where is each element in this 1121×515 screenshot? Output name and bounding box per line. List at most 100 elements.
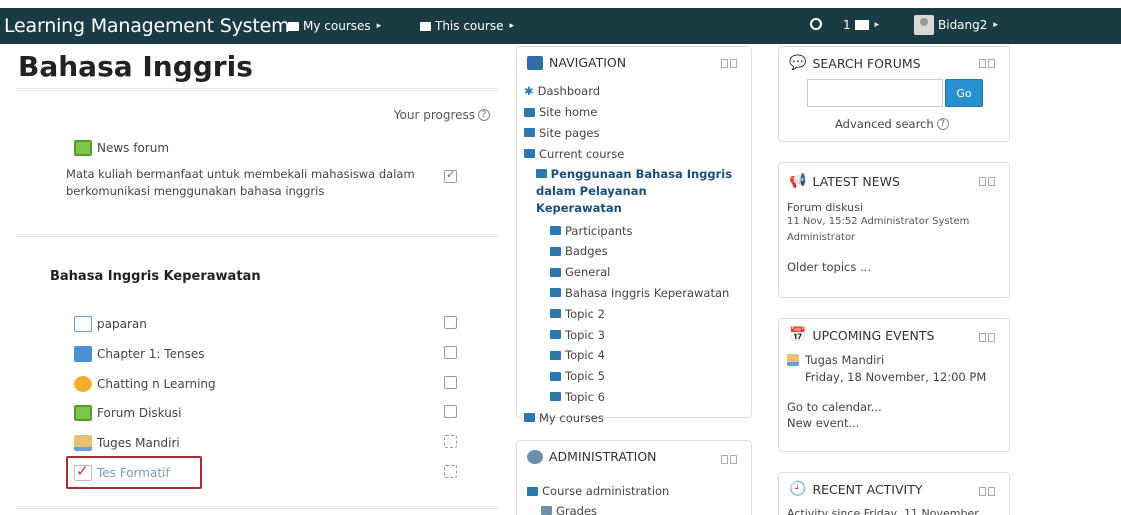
- language-menu[interactable]: [810, 18, 822, 30]
- nav-site-pages[interactable]: Site pages: [524, 123, 734, 144]
- nav-current-course[interactable]: Current course: [524, 143, 734, 164]
- recent-activity-title: RECENT ACTIVITY: [812, 481, 923, 497]
- nav-label: Topic 2: [565, 306, 605, 321]
- nav-site-home[interactable]: Site home: [524, 102, 734, 123]
- nav-section-keperawatan[interactable]: Bahasa Inggris Keperawatan: [550, 283, 734, 304]
- navigation-title: NAVIGATION: [549, 55, 627, 70]
- book-icon: [420, 21, 431, 31]
- my-courses-label: My courses: [303, 19, 371, 33]
- gears-icon: [527, 449, 543, 464]
- nav-course-admin[interactable]: Course administration: [527, 481, 669, 502]
- activity-paparan[interactable]: paparan: [74, 316, 147, 332]
- upcoming-events-header: 📅 UPCOMING EVENTS: [789, 327, 934, 343]
- nav-grades[interactable]: Grades: [527, 502, 669, 515]
- assignment-icon: [787, 354, 799, 366]
- block-controls[interactable]: [979, 487, 995, 496]
- news-item-title[interactable]: Forum diskusi: [787, 201, 1003, 214]
- advanced-search-label: Advanced search: [835, 117, 934, 131]
- help-icon[interactable]: ?: [936, 118, 949, 130]
- event-title: Tugas Mandiri: [805, 353, 885, 367]
- go-button[interactable]: Go: [945, 79, 983, 107]
- course-summary: Mata kuliah bermanfaat untuk membekali m…: [66, 167, 415, 198]
- news-forum-link[interactable]: News forum: [74, 140, 169, 156]
- completion-checkbox[interactable]: [444, 316, 457, 329]
- older-topics-link[interactable]: Older topics ...: [787, 260, 1003, 274]
- nav-general[interactable]: General: [550, 262, 734, 283]
- activity-chapter-1[interactable]: Chapter 1: Tenses: [74, 346, 204, 362]
- course-icon: [288, 21, 299, 31]
- completion-checkbox[interactable]: [444, 465, 457, 478]
- folder-icon: [524, 128, 535, 138]
- nav-my-courses[interactable]: My courses: [524, 407, 734, 428]
- folder-open-icon: [536, 169, 547, 179]
- navigation-tree: ✱ Dashboard Site home Site pages Current …: [524, 81, 734, 428]
- activity-label: paparan: [97, 317, 147, 331]
- nav-topic-4[interactable]: Topic 4: [550, 345, 734, 366]
- forum-icon: [74, 405, 92, 421]
- nav-label: General: [565, 265, 611, 280]
- navigation-block: NAVIGATION ✱ Dashboard Site home Site pag…: [516, 46, 752, 425]
- block-controls[interactable]: [721, 455, 737, 464]
- block-controls[interactable]: [979, 333, 995, 342]
- section-title: Bahasa Inggris Keperawatan: [50, 269, 261, 284]
- administration-block: ADMINISTRATION Course administration Gra…: [516, 440, 752, 515]
- course-content: Bahasa Inggris Your progress ? News foru…: [8, 48, 498, 515]
- completion-checkbox[interactable]: [444, 168, 457, 183]
- completion-checkbox[interactable]: [444, 346, 457, 359]
- new-event-link[interactable]: New event...: [787, 416, 1003, 430]
- advanced-search-link[interactable]: Advanced search ?: [835, 117, 949, 131]
- user-menu[interactable]: Bidang2 ▸: [914, 15, 998, 35]
- avatar: [914, 15, 934, 35]
- nav-dashboard[interactable]: ✱ Dashboard: [524, 81, 734, 102]
- nav-topic-5[interactable]: Topic 5: [550, 366, 734, 387]
- nav-label: Grades: [556, 503, 598, 515]
- activity-label: Forum Diskusi: [97, 406, 182, 420]
- go-to-calendar-link[interactable]: Go to calendar...: [787, 400, 1003, 414]
- nav-participants[interactable]: Participants: [550, 220, 734, 241]
- news-forum-label: News forum: [97, 141, 170, 155]
- upcoming-events-title: UPCOMING EVENTS: [812, 327, 935, 343]
- nav-topic-3[interactable]: Topic 3: [550, 324, 734, 345]
- folder-icon: [74, 346, 92, 362]
- latest-news-body: Forum diskusi 11 Nov, 15:52 Administrato…: [787, 201, 1003, 274]
- latest-news-header: 📢 LATEST NEWS: [789, 173, 900, 189]
- help-icon[interactable]: ?: [478, 109, 490, 121]
- recent-activity-since: Activity since Friday, 11 November: [787, 507, 979, 515]
- event-item[interactable]: Tugas Mandiri: [787, 353, 1003, 367]
- grades-icon: [541, 506, 552, 515]
- caret-right-icon: ▸: [874, 20, 880, 30]
- administration-header: ADMINISTRATION: [527, 449, 657, 464]
- site-brand[interactable]: Learning Management System: [4, 15, 290, 37]
- upcoming-events-body: Tugas Mandiri Friday, 18 November, 12:00…: [787, 353, 1003, 430]
- page-icon: [74, 316, 92, 332]
- block-controls[interactable]: [979, 177, 995, 186]
- nav-label: Topic 4: [565, 348, 605, 363]
- completion-checkbox[interactable]: [444, 376, 457, 389]
- nav-label: My courses: [539, 410, 604, 425]
- nav-label: Dashboard: [537, 84, 601, 99]
- nav-label: Current course: [539, 146, 625, 161]
- block-controls[interactable]: [721, 59, 737, 68]
- nav-label: Bahasa Inggris Keperawatan: [565, 285, 730, 300]
- page-title: Bahasa Inggris: [18, 50, 253, 83]
- bullhorn-icon: 📢: [789, 173, 807, 189]
- completion-checkbox[interactable]: [444, 435, 457, 448]
- this-course-label: This course: [435, 19, 504, 33]
- folder-icon: [550, 350, 561, 360]
- nav-course-name[interactable]: Penggunaan Bahasa Inggris dalam Pelayana…: [524, 166, 734, 217]
- folder-icon: [550, 392, 561, 402]
- my-courses-menu[interactable]: My courses ▸: [288, 19, 381, 33]
- completion-checkbox[interactable]: [444, 405, 457, 418]
- nav-badges[interactable]: Badges: [550, 241, 734, 262]
- activity-tuges-mandiri[interactable]: Tuges Mandiri: [74, 435, 180, 451]
- this-course-menu[interactable]: This course ▸: [420, 19, 514, 33]
- messages-menu[interactable]: 1 ▸: [843, 18, 879, 32]
- block-controls[interactable]: [979, 59, 995, 68]
- activity-chatting[interactable]: Chatting n Learning: [74, 376, 216, 392]
- nav-topic-2[interactable]: Topic 2: [550, 303, 734, 324]
- search-input[interactable]: [807, 79, 943, 107]
- nav-label: Topic 5: [565, 369, 605, 384]
- nav-topic-6[interactable]: Topic 6: [550, 387, 734, 408]
- folder-icon: [550, 267, 561, 277]
- activity-forum-diskusi[interactable]: Forum Diskusi: [74, 405, 181, 421]
